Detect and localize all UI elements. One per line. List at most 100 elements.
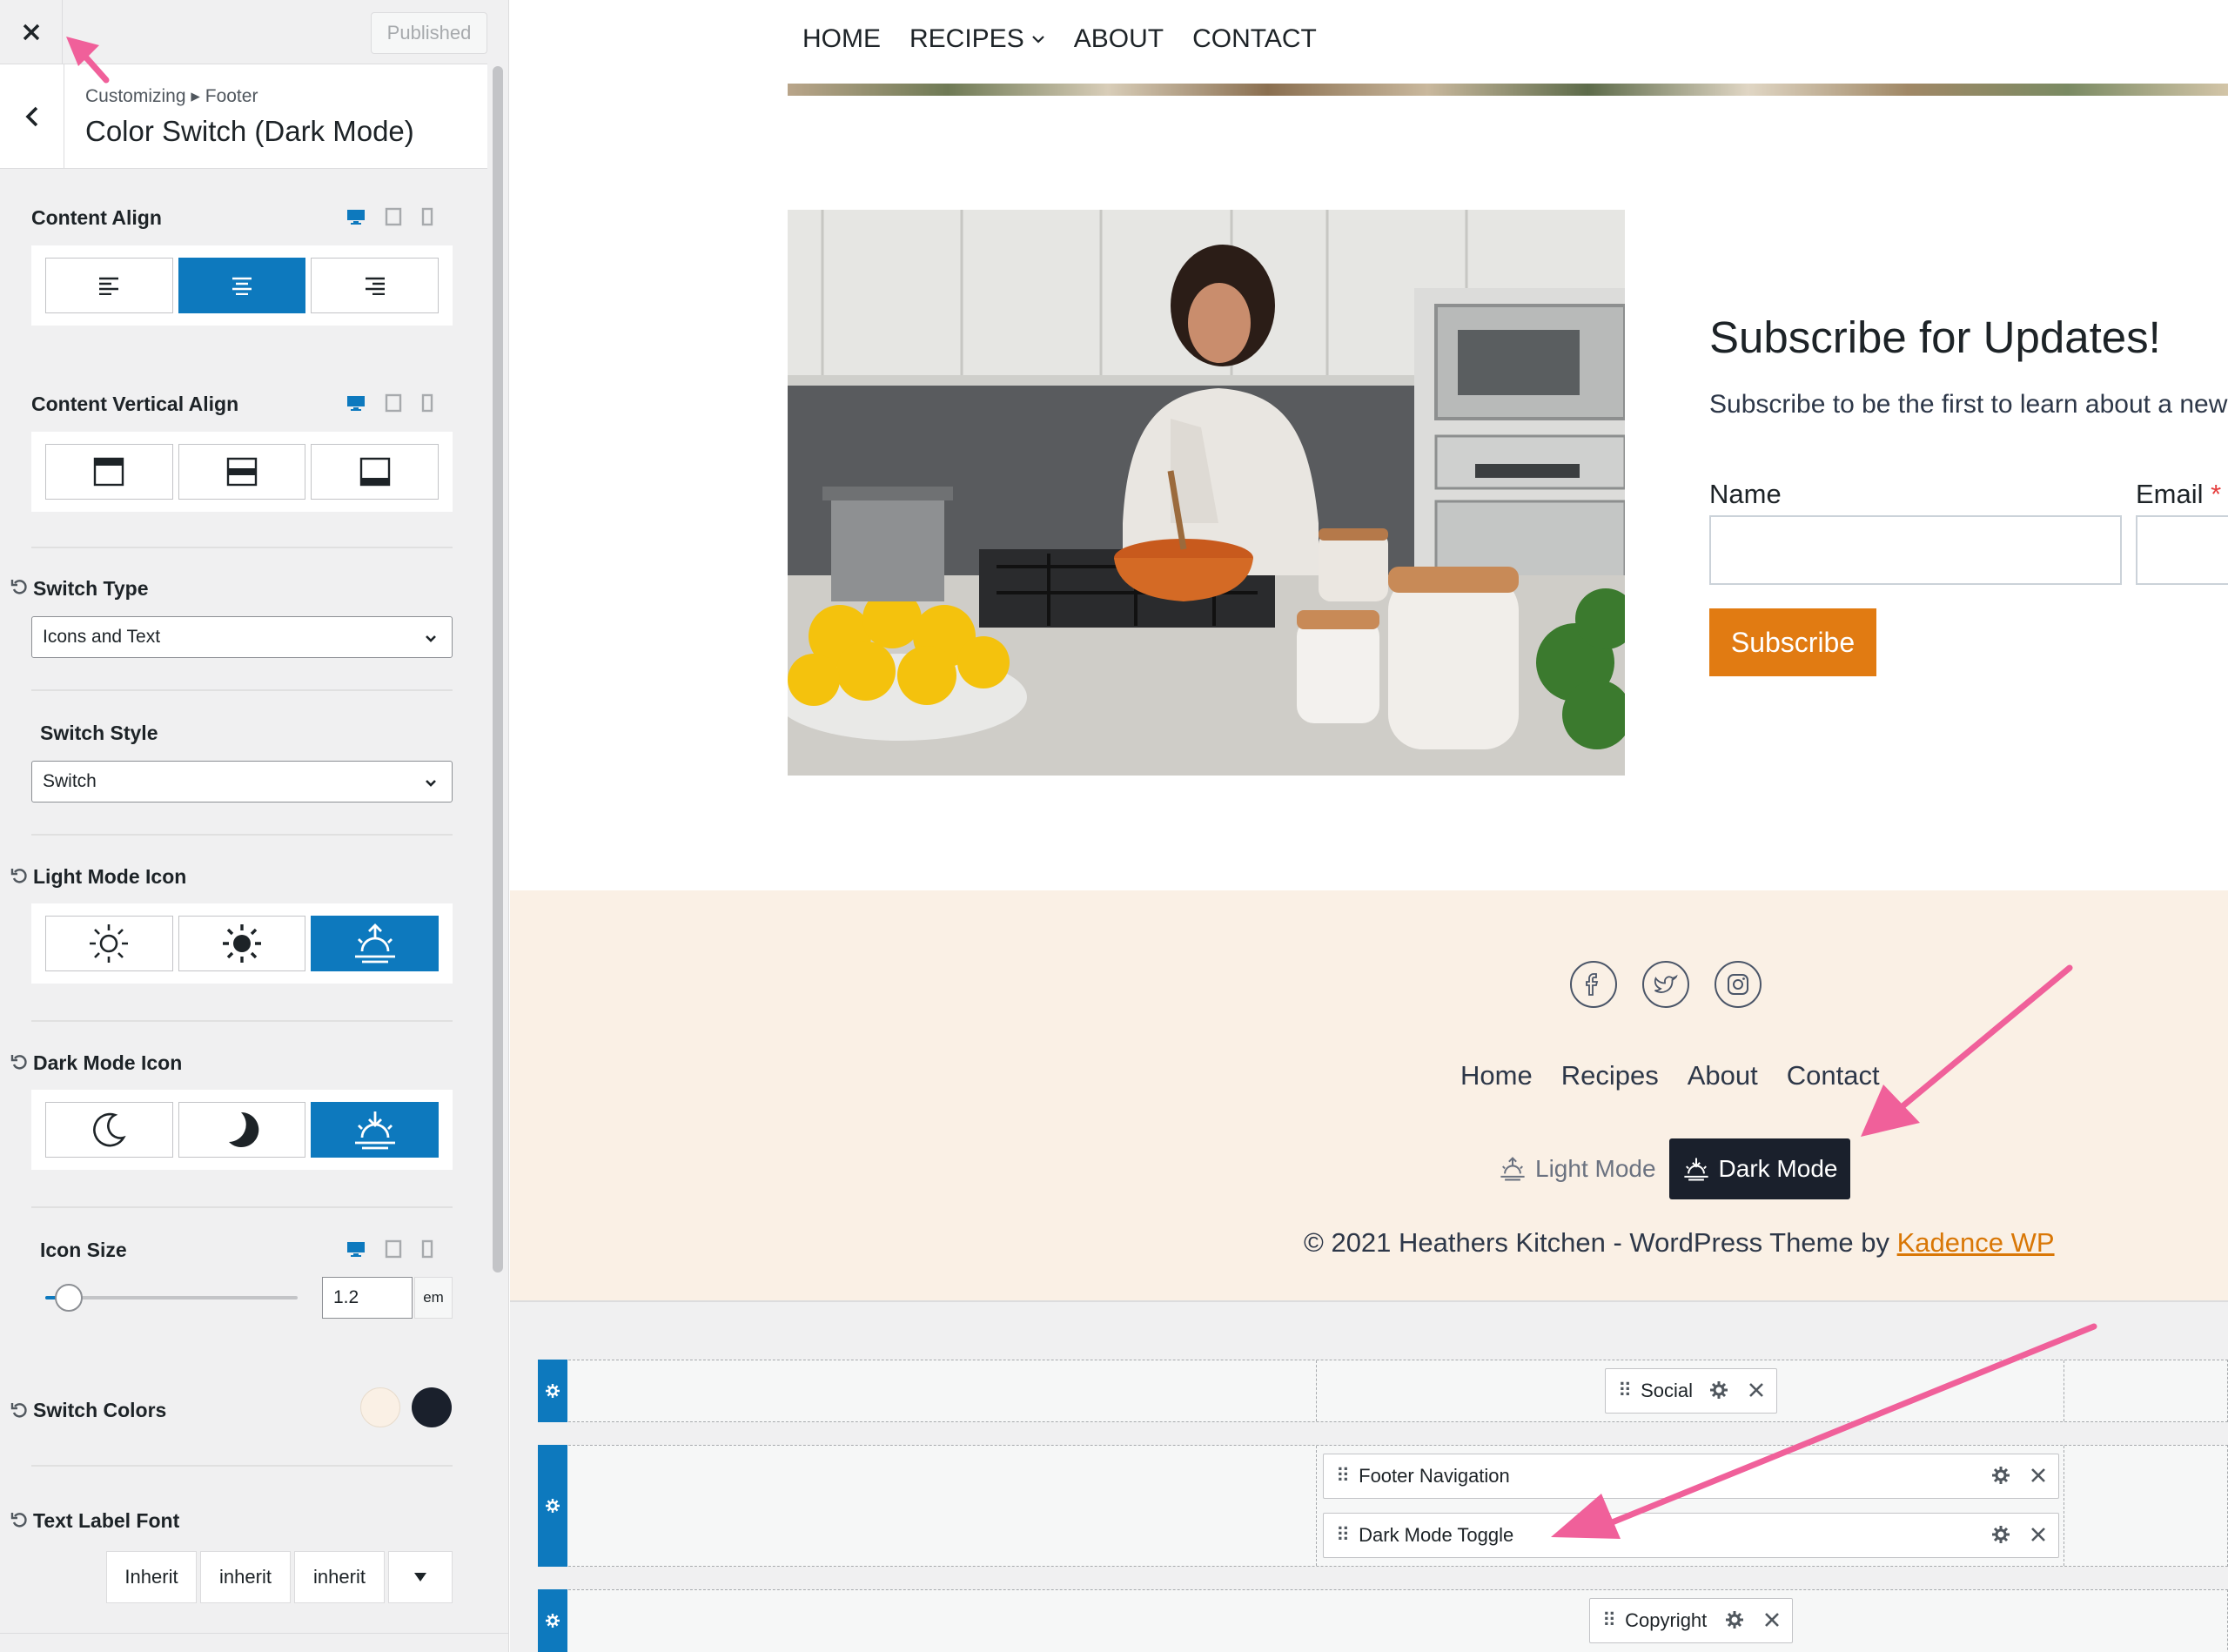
font-options-toggle[interactable] — [388, 1551, 453, 1603]
switch-style-select[interactable]: Switch — [31, 761, 453, 802]
hero-image-strip — [788, 84, 2228, 96]
divider — [31, 1020, 453, 1022]
facebook-link[interactable] — [1570, 961, 1617, 1008]
light-icon-option-2[interactable] — [178, 916, 306, 971]
footer-nav-home[interactable]: Home — [1460, 1060, 1533, 1091]
site-nav: HOME RECIPES ABOUT CONTACT — [802, 24, 1317, 54]
reset-icon[interactable] — [10, 578, 28, 595]
valign-middle-button[interactable] — [178, 444, 306, 500]
light-mode-icon-group — [31, 903, 453, 984]
desktop-icon[interactable] — [346, 1239, 366, 1259]
valign-top-button[interactable] — [45, 444, 173, 500]
reset-icon[interactable] — [10, 867, 28, 884]
responsive-toggle — [346, 393, 433, 413]
row-settings-button[interactable] — [538, 1445, 567, 1567]
published-button[interactable]: Published — [371, 12, 487, 54]
sidebar-scrollbar[interactable] — [493, 66, 503, 1273]
tablet-icon[interactable] — [385, 207, 402, 226]
icon-size-slider-track[interactable] — [45, 1296, 298, 1299]
close-icon[interactable] — [1764, 1612, 1780, 1628]
kadence-link[interactable]: Kadence WP — [1897, 1227, 2055, 1258]
required-mark: * — [2211, 479, 2222, 509]
builder-item-copyright[interactable]: ⠿ Copyright — [1589, 1598, 1793, 1643]
font-weight-button[interactable]: inherit — [200, 1551, 291, 1603]
valign-middle-icon — [226, 457, 258, 487]
tablet-icon[interactable] — [385, 393, 402, 413]
dark-icon-option-1[interactable] — [45, 1102, 173, 1158]
footer-nav-recipes[interactable]: Recipes — [1561, 1060, 1659, 1091]
valign-top-icon — [94, 457, 124, 487]
light-icon-option-3[interactable] — [311, 916, 440, 971]
sun-filled-icon — [223, 924, 261, 963]
dark-mode-button[interactable]: Dark Mode — [1669, 1138, 1850, 1199]
nav-recipes[interactable]: RECIPES — [909, 24, 1045, 54]
icon-size-label: Icon Size — [40, 1239, 127, 1261]
builder-item-label: Footer Navigation — [1359, 1465, 1510, 1487]
nav-home[interactable]: HOME — [802, 24, 881, 54]
footer-nav: Home Recipes About Contact — [1460, 1060, 1880, 1091]
instagram-icon — [1728, 974, 1748, 995]
dark-mode-icon-group — [31, 1090, 453, 1170]
switch-type-select[interactable]: Icons and Text — [31, 616, 453, 658]
desktop-icon[interactable] — [346, 393, 366, 413]
footer-nav-about[interactable]: About — [1688, 1060, 1758, 1091]
valign-bottom-button[interactable] — [311, 444, 440, 500]
light-mode-button[interactable]: Light Mode — [1499, 1138, 1656, 1199]
reset-icon[interactable] — [10, 1511, 28, 1528]
switch-type-label: Switch Type — [33, 577, 149, 600]
text-label-font-label: Text Label Font — [33, 1509, 180, 1532]
annotation-arrow — [1551, 1323, 2097, 1539]
name-input[interactable] — [1709, 515, 2122, 585]
icon-size-input[interactable]: 1.2 — [322, 1277, 413, 1319]
align-left-button[interactable] — [45, 258, 173, 313]
close-icon — [23, 24, 39, 41]
nav-about[interactable]: ABOUT — [1074, 24, 1164, 54]
back-button[interactable] — [0, 64, 64, 169]
sunset-icon — [354, 1111, 395, 1150]
close-customizer-button[interactable] — [0, 0, 63, 64]
reset-icon[interactable] — [10, 1401, 28, 1419]
nav-contact[interactable]: CONTACT — [1192, 24, 1317, 54]
annotation-arrow — [1861, 964, 2073, 1137]
dark-icon-option-3[interactable] — [311, 1102, 440, 1158]
align-right-button[interactable] — [311, 258, 440, 313]
dark-icon-option-2[interactable] — [178, 1102, 306, 1158]
icon-size-slider-handle[interactable] — [55, 1284, 83, 1312]
twitter-link[interactable] — [1642, 961, 1689, 1008]
mobile-icon[interactable] — [421, 207, 433, 226]
builder-item-label: Copyright — [1625, 1609, 1708, 1631]
sunrise-icon — [354, 923, 395, 964]
reset-icon[interactable] — [10, 1053, 28, 1071]
row-settings-button[interactable] — [538, 1589, 567, 1652]
light-color-swatch[interactable] — [360, 1387, 400, 1427]
email-input[interactable] — [2136, 515, 2228, 585]
font-style-button[interactable]: inherit — [294, 1551, 385, 1603]
font-family-button[interactable]: Inherit — [106, 1551, 197, 1603]
tablet-icon[interactable] — [385, 1239, 402, 1259]
moon-filled-icon — [229, 1111, 259, 1147]
divider — [31, 547, 453, 548]
copyright-text: © 2021 Heathers Kitchen - WordPress Them… — [1304, 1227, 2055, 1259]
drag-handle-icon[interactable]: ⠿ — [1336, 1524, 1350, 1547]
kitchen-photo — [788, 210, 1625, 776]
item-controls — [1726, 1611, 1780, 1628]
align-left-icon — [99, 277, 119, 295]
mobile-icon[interactable] — [421, 1239, 433, 1259]
drag-handle-icon[interactable]: ⠿ — [1336, 1465, 1350, 1487]
name-label: Name — [1709, 479, 1782, 509]
desktop-icon[interactable] — [346, 207, 366, 226]
icon-size-unit[interactable]: em — [414, 1277, 453, 1319]
row-settings-button[interactable] — [538, 1360, 567, 1422]
light-icon-option-1[interactable] — [45, 916, 173, 971]
gear-icon[interactable] — [1726, 1611, 1743, 1628]
divider — [31, 689, 453, 691]
nav-recipes-label: RECIPES — [909, 24, 1024, 53]
mobile-icon[interactable] — [421, 393, 433, 413]
align-center-button[interactable] — [178, 258, 306, 313]
instagram-link[interactable] — [1715, 961, 1762, 1008]
chevron-down-icon — [426, 635, 436, 642]
dark-color-swatch[interactable] — [412, 1387, 452, 1427]
valign-bottom-icon — [359, 457, 390, 487]
drag-handle-icon[interactable]: ⠿ — [1602, 1609, 1616, 1632]
subscribe-button[interactable]: Subscribe — [1709, 608, 1876, 676]
